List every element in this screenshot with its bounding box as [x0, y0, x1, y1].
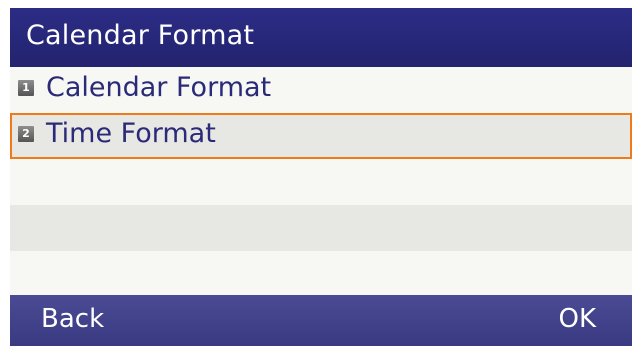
menu-item-calendar-format[interactable]: 1 Calendar Format	[10, 67, 632, 113]
back-softkey[interactable]: Back	[41, 304, 104, 334]
empty-row	[10, 159, 632, 205]
title-bar: Calendar Format	[10, 8, 632, 67]
screen-title: Calendar Format	[26, 20, 255, 51]
ok-softkey[interactable]: OK	[558, 304, 596, 334]
number-2-icon: 2	[18, 126, 34, 142]
phone-screen: Calendar Format 1 Calendar Format 2 Time…	[10, 8, 632, 346]
number-1-icon: 1	[18, 80, 34, 96]
empty-row	[10, 251, 632, 295]
empty-row	[10, 205, 632, 251]
softkey-bar: Back OK	[10, 295, 632, 346]
menu-item-label: Time Format	[46, 118, 216, 149]
menu-item-label: Calendar Format	[46, 72, 272, 103]
menu-item-time-format[interactable]: 2 Time Format	[10, 113, 632, 159]
menu-list: 1 Calendar Format 2 Time Format	[10, 67, 632, 295]
